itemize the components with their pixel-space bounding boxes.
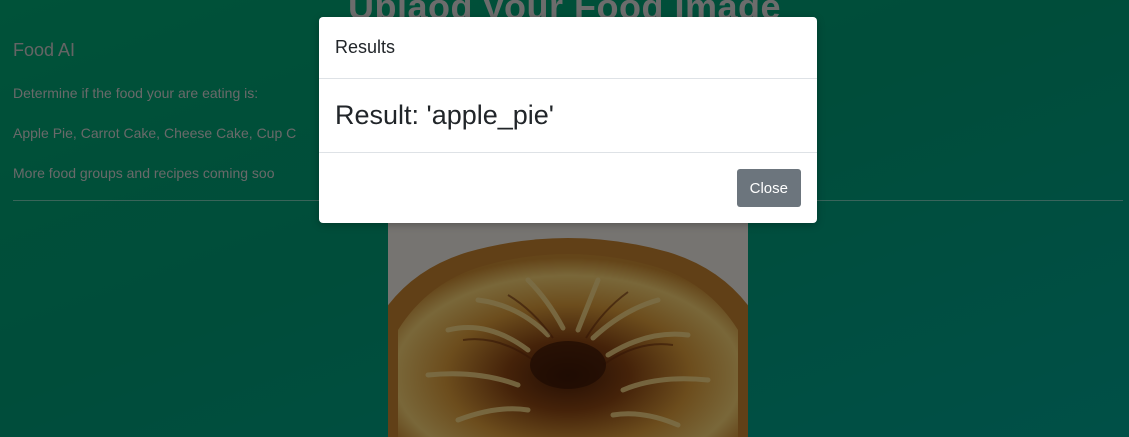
- modal-header: Results: [319, 17, 817, 79]
- modal-footer: Close: [319, 153, 817, 223]
- modal-body: Result: 'apple_pie': [319, 79, 817, 153]
- close-button[interactable]: Close: [736, 169, 801, 207]
- modal-title: Results: [335, 37, 396, 57]
- page: Uplaod your Food Image Food AI Determine…: [0, 0, 1129, 437]
- result-text: Result: 'apple_pie': [335, 100, 554, 130]
- results-modal: Results Result: 'apple_pie' Close: [319, 17, 817, 223]
